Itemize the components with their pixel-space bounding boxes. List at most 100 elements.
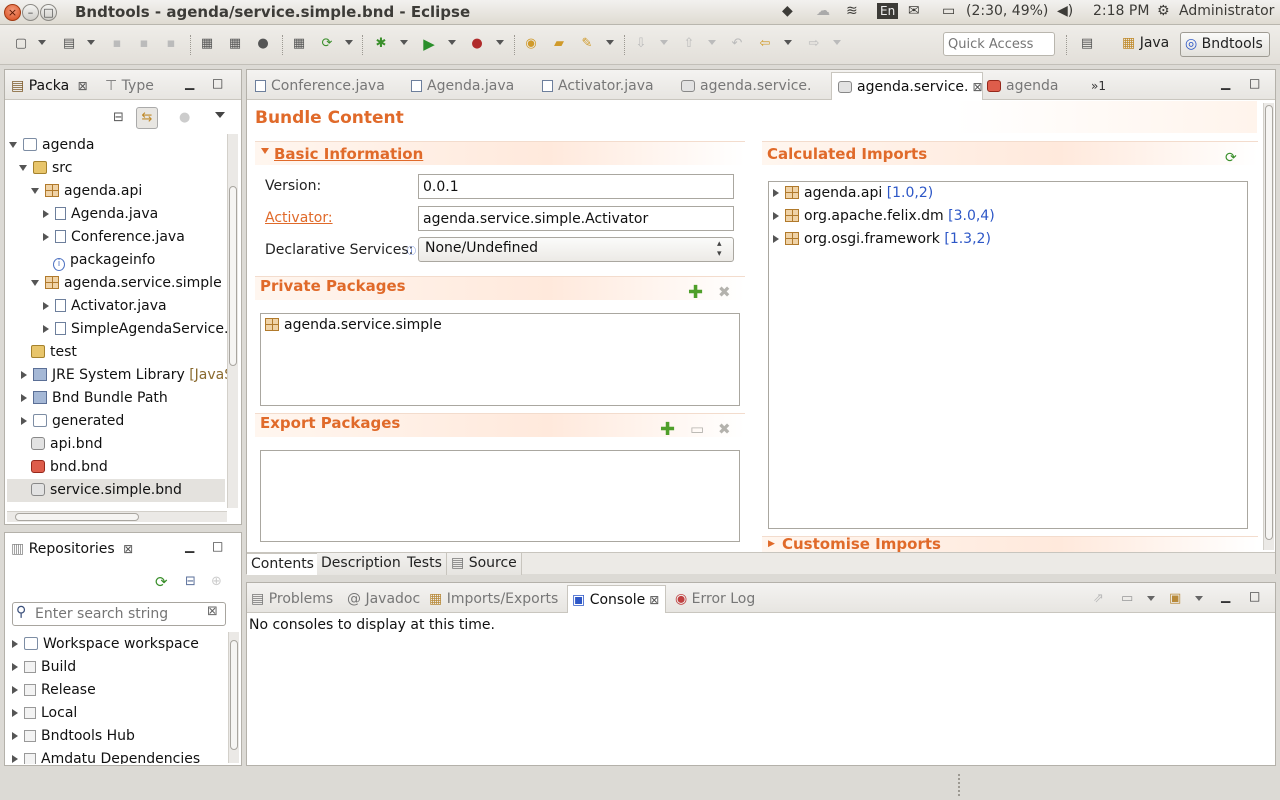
tree-item-jre-system-library[interactable]: JRE System Library [JavaS: [19, 364, 233, 387]
battery-status[interactable]: (2:30, 49%): [966, 3, 1048, 19]
cloud-icon[interactable]: ☁: [816, 3, 830, 19]
new-icon[interactable]: ▢: [12, 35, 30, 53]
debug-icon[interactable]: ✱: [372, 35, 390, 53]
editor-tab-conference-java[interactable]: Conference.java: [255, 75, 385, 97]
tab-console[interactable]: ▣ Console ⊠: [567, 585, 667, 613]
import-item-felix-dm[interactable]: org.apache.felix.dm [3.0,4): [771, 205, 995, 228]
add-repository-icon[interactable]: ⊕: [211, 574, 222, 589]
repo-item-workspace[interactable]: Workspace workspace: [10, 633, 199, 656]
explorer-horizontal-scrollbar[interactable]: [7, 511, 227, 522]
forward-dropdown-arrow[interactable]: [833, 40, 841, 45]
run-icon[interactable]: ▶: [420, 35, 438, 53]
next-annotation-icon[interactable]: ⇩: [632, 35, 650, 53]
add-export-package-icon[interactable]: ✚: [660, 421, 675, 439]
basic-info-title[interactable]: Basic Information: [274, 145, 423, 163]
gear-icon[interactable]: ⚙: [1157, 3, 1170, 19]
globe-icon[interactable]: ●: [254, 35, 272, 53]
clear-search-icon[interactable]: ⊠: [207, 604, 218, 619]
open-folder-icon[interactable]: ▰: [550, 35, 568, 53]
explorer-vertical-scrollbar[interactable]: [227, 134, 238, 508]
volume-icon[interactable]: ◀): [1057, 3, 1073, 19]
tab-package-explorer[interactable]: ▤ Packa ⊠: [11, 75, 88, 97]
refresh-icon[interactable]: ⟳: [318, 35, 336, 53]
previous-annotation-dropdown-arrow[interactable]: [708, 40, 716, 45]
tree-item-agenda-java[interactable]: Agenda.java: [41, 203, 158, 226]
clock[interactable]: 2:18 PM: [1093, 3, 1149, 19]
external-tools-dropdown-arrow[interactable]: [496, 40, 504, 45]
section-collapse-icon[interactable]: [261, 148, 269, 154]
tab-problems[interactable]: ▤ Problems: [251, 588, 333, 610]
debug-dropdown-arrow[interactable]: [400, 40, 408, 45]
collapse-all-icon[interactable]: ⊟: [185, 574, 196, 589]
refresh-imports-icon[interactable]: ⟳: [1225, 150, 1237, 166]
tab-imports-exports[interactable]: ▦ Imports/Exports: [429, 588, 558, 610]
component-icon[interactable]: ▦: [290, 35, 308, 53]
declarative-services-select[interactable]: None/Undefined ▴ ▾: [418, 237, 734, 262]
maximize-editor-icon[interactable]: □: [1249, 76, 1260, 90]
tab-error-log[interactable]: ◉ Error Log: [675, 588, 755, 610]
dropbox-icon[interactable]: ◆: [782, 3, 793, 19]
export-packages-list[interactable]: [260, 450, 740, 542]
tree-item-bnd-bnd[interactable]: bnd.bnd: [31, 456, 108, 479]
editor-tab-activator-java[interactable]: Activator.java: [542, 75, 654, 97]
private-packages-list[interactable]: agenda.service.simple: [260, 313, 740, 406]
bundle-icon[interactable]: ▦: [198, 35, 216, 53]
page-tab-contents[interactable]: Contents: [247, 553, 319, 575]
maximize-window-button[interactable]: □: [40, 4, 57, 21]
editor-tabs-overflow[interactable]: »1: [1091, 75, 1106, 97]
calculated-imports-list[interactable]: agenda.api [1.0,2) org.apache.felix.dm […: [768, 181, 1248, 529]
save-icon[interactable]: ▪: [108, 35, 126, 53]
info-icon[interactable]: ⓘ: [407, 244, 416, 257]
tree-item-agenda-service-simple[interactable]: agenda.service.simple: [31, 272, 222, 295]
page-tab-description[interactable]: Description: [317, 553, 406, 575]
tree-item-agenda-api[interactable]: agenda.api: [31, 180, 142, 203]
new-dropdown-arrow[interactable]: [38, 40, 46, 45]
scrollbar-thumb[interactable]: [230, 640, 238, 750]
forward-arrow-icon[interactable]: ⇨: [805, 35, 823, 53]
remove-export-package-icon[interactable]: ✖: [718, 421, 731, 437]
page-tab-tests[interactable]: Tests: [403, 553, 447, 575]
back-dropdown-arrow[interactable]: [784, 40, 792, 45]
pin-console-icon[interactable]: ⇗: [1093, 591, 1104, 606]
display-console-icon[interactable]: ▭: [1121, 591, 1133, 606]
remove-private-package-icon[interactable]: ✖: [718, 284, 731, 300]
display-console-dropdown[interactable]: [1147, 596, 1155, 601]
maximize-view-icon[interactable]: □: [212, 76, 223, 90]
mail-icon[interactable]: ✉: [908, 3, 920, 19]
tree-item-activator-java[interactable]: Activator.java: [41, 295, 167, 318]
editor-tab-agenda-service-active[interactable]: agenda.service. ⊠: [831, 72, 983, 100]
quick-access-input[interactable]: [943, 32, 1055, 56]
minimize-view-icon[interactable]: ▁: [1221, 589, 1230, 603]
close-tab-icon[interactable]: ⊠: [78, 79, 88, 93]
minimize-window-button[interactable]: –: [22, 4, 39, 21]
activator-link[interactable]: Activator:: [265, 210, 333, 226]
view-menu-icon[interactable]: [215, 112, 225, 118]
pencil-dropdown-arrow[interactable]: [606, 40, 614, 45]
close-tab-icon[interactable]: ⊠: [972, 80, 982, 94]
open-console-dropdown[interactable]: [1195, 596, 1203, 601]
import-item-osgi-framework[interactable]: org.osgi.framework [1.3,2): [771, 228, 991, 251]
scrollbar-thumb[interactable]: [15, 513, 139, 521]
link-with-editor-icon[interactable]: ⇆: [136, 107, 158, 129]
editor-tab-agenda-service-1[interactable]: agenda.service.: [681, 75, 811, 97]
focus-icon[interactable]: ●: [179, 110, 190, 125]
private-package-item[interactable]: agenda.service.simple: [265, 314, 442, 337]
tab-javadoc[interactable]: @ Javadoc: [347, 588, 420, 610]
new-project-dropdown-arrow[interactable]: [87, 40, 95, 45]
repository-search-input[interactable]: [33, 605, 203, 623]
user-name[interactable]: Administrator: [1179, 3, 1274, 19]
tab-repositories[interactable]: ▥ Repositories ⊠: [11, 538, 133, 560]
tree-item-api-bnd[interactable]: api.bnd: [31, 433, 102, 456]
previous-annotation-icon[interactable]: ⇧: [680, 35, 698, 53]
open-type-icon[interactable]: ◉: [522, 35, 540, 53]
save-all-icon[interactable]: ▪: [135, 35, 153, 53]
tree-item-simple-agenda-service[interactable]: SimpleAgendaService.j: [41, 318, 232, 341]
repo-vertical-scrollbar[interactable]: [228, 632, 239, 763]
repo-item-release[interactable]: Release: [10, 679, 96, 702]
external-tools-icon[interactable]: ●: [468, 35, 486, 53]
refresh-dropdown-arrow[interactable]: [345, 40, 353, 45]
editor-vertical-scrollbar[interactable]: [1263, 103, 1274, 550]
perspective-java[interactable]: ▦ Java: [1118, 32, 1175, 57]
run-dropdown-arrow[interactable]: [448, 40, 456, 45]
minimize-editor-icon[interactable]: ▁: [1221, 76, 1230, 90]
